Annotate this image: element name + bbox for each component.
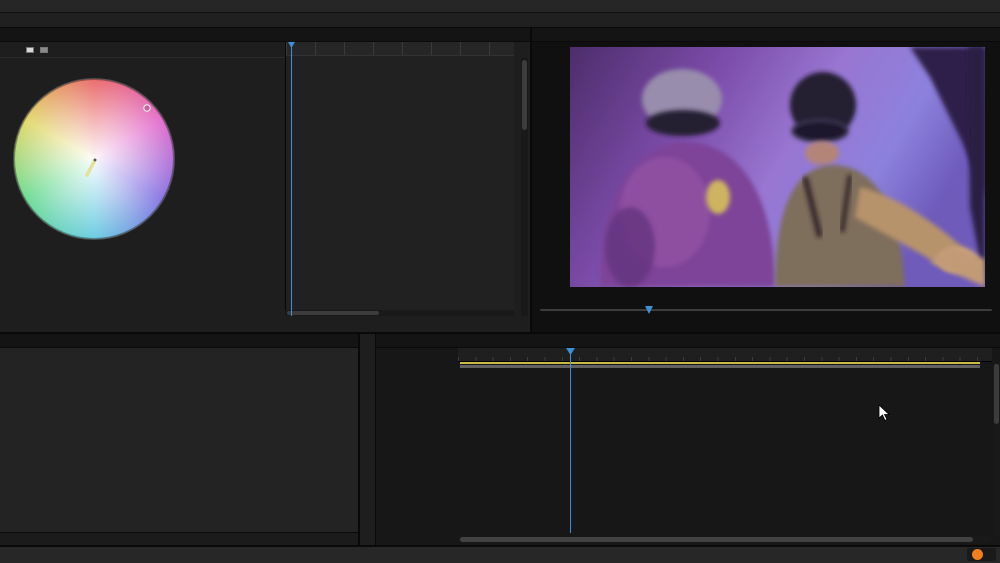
scrollbar-thumb[interactable] <box>994 364 999 424</box>
program-monitor-tabbar <box>532 28 1000 42</box>
effects-panel-body <box>0 348 358 545</box>
scrollbar-thumb[interactable] <box>460 537 973 542</box>
tools-panel <box>360 334 375 545</box>
timeline-vscrollbar[interactable] <box>993 362 1000 535</box>
effects-panel-footer <box>0 532 358 545</box>
effect-controls-vscrollbar[interactable] <box>521 58 528 316</box>
effects-panel-tabbar <box>0 334 358 348</box>
scrollbar-thumb[interactable] <box>522 60 527 130</box>
ime-logo[interactable] <box>972 549 983 560</box>
balance-magnitude-handle[interactable] <box>143 104 151 112</box>
timeline-tabbar <box>376 334 1000 348</box>
mini-timeline-ruler[interactable] <box>286 42 514 56</box>
program-scrub-bar[interactable] <box>540 306 992 315</box>
ime-widget[interactable] <box>967 548 996 561</box>
balance-angle-handle[interactable] <box>85 158 97 177</box>
clip-header-row <box>0 42 285 58</box>
timeline-panel <box>376 334 1000 545</box>
timeline-playhead[interactable] <box>570 348 571 533</box>
program-monitor-panel <box>532 28 1000 332</box>
wheel-overlay <box>85 104 151 177</box>
effect-controls-body <box>0 42 530 332</box>
clip-swatch-icon <box>40 46 48 53</box>
timeline-body <box>376 348 1000 545</box>
premiere-app <box>0 0 1000 563</box>
render-bar <box>460 362 980 364</box>
timeline-hscrollbar[interactable] <box>458 536 992 543</box>
mini-timeline-hscrollbar[interactable] <box>285 310 514 316</box>
timeline-ruler[interactable] <box>458 348 992 362</box>
program-info-row <box>540 292 992 304</box>
mouse-cursor <box>878 404 890 422</box>
workspace-bar <box>0 13 1000 27</box>
program-video-frame[interactable] <box>570 47 985 287</box>
mini-timeline-playhead[interactable] <box>291 42 292 316</box>
menu-bar <box>0 0 1000 13</box>
scrub-track[interactable] <box>540 309 992 311</box>
effect-controls-panel <box>0 28 530 332</box>
clip-swatch-icon <box>26 46 34 53</box>
status-bar <box>0 546 1000 563</box>
effect-controls-mini-timeline[interactable] <box>285 42 514 316</box>
transport-controls <box>532 318 1000 332</box>
effects-panel <box>0 334 358 545</box>
timeline-tracks <box>376 348 1000 545</box>
wheel-center-dot <box>93 158 97 162</box>
program-monitor-body <box>532 42 1000 332</box>
effect-controls-tabbar <box>0 28 530 42</box>
skydive-frame-art <box>570 47 985 287</box>
hue-balance-wheel[interactable] <box>13 78 175 240</box>
scrollbar-thumb[interactable] <box>287 311 379 315</box>
work-area-bar[interactable] <box>460 365 980 368</box>
